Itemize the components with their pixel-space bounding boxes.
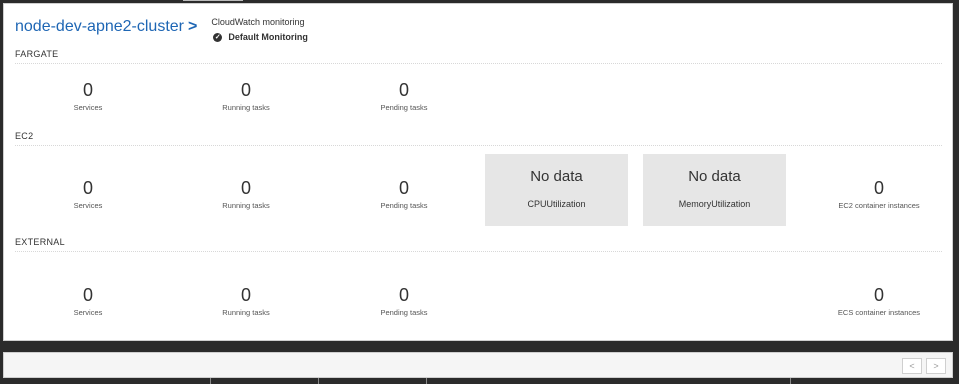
section-divider	[15, 251, 942, 252]
no-data-text: No data	[530, 168, 583, 185]
metric-label: Pending tasks	[380, 308, 428, 317]
ec2-pending-tasks-metric: 0 Pending tasks	[344, 178, 464, 210]
metric-value: 0	[398, 285, 409, 305]
fargate-services-metric: 0 Services	[28, 80, 148, 112]
ec2-services-metric: 0 Services	[28, 178, 148, 210]
section-divider	[15, 145, 942, 146]
cluster-header: node-dev-apne2-cluster > CloudWatch monit…	[15, 16, 308, 44]
metric-value: 0	[873, 178, 884, 198]
metric-value: 0	[82, 178, 93, 198]
check-circle-icon: ✓	[213, 33, 223, 42]
metric-label: ECS container instances	[837, 308, 921, 317]
metric-label: EC2 container instances	[838, 201, 920, 210]
cluster-card: node-dev-apne2-cluster > CloudWatch monit…	[3, 3, 953, 341]
cloudwatch-monitoring: CloudWatch monitoring ✓ Default Monitori…	[211, 16, 308, 44]
fargate-pending-tasks-metric: 0 Pending tasks	[344, 80, 464, 112]
chart-label: MemoryUtilization	[678, 199, 751, 209]
previous-page-button[interactable]: <	[902, 358, 922, 374]
metric-label: Running tasks	[222, 308, 270, 317]
metric-label: Pending tasks	[380, 201, 428, 210]
section-label-ec2: EC2	[15, 131, 34, 141]
cpu-utilization-chart[interactable]: No data CPUUtilization	[485, 154, 628, 226]
metric-label: Pending tasks	[380, 103, 428, 112]
pagination-bar: < >	[3, 352, 953, 378]
cluster-name[interactable]: node-dev-apne2-cluster	[15, 18, 184, 35]
metric-label: Services	[73, 103, 103, 112]
next-page-button[interactable]: >	[926, 358, 946, 374]
external-services-metric: 0 Services	[28, 285, 148, 317]
column-divider	[210, 378, 211, 384]
ecs-container-instances-metric: 0 ECS container instances	[819, 285, 939, 317]
chart-label: CPUUtilization	[527, 199, 586, 209]
chevron-right-icon: >	[188, 18, 198, 35]
metric-label: Running tasks	[222, 201, 270, 210]
section-label-external: EXTERNAL	[15, 237, 65, 247]
metric-value: 0	[398, 80, 409, 100]
column-divider	[318, 378, 319, 384]
cloudwatch-status: ✓ Default Monitoring	[211, 31, 308, 44]
ec2-running-tasks-metric: 0 Running tasks	[186, 178, 306, 210]
metric-label: Services	[73, 308, 103, 317]
cloudwatch-title: CloudWatch monitoring	[211, 17, 305, 27]
section-label-fargate: FARGATE	[15, 49, 59, 59]
cluster-name-link[interactable]: node-dev-apne2-cluster >	[15, 16, 197, 38]
metric-value: 0	[240, 285, 251, 305]
metric-label: Running tasks	[222, 103, 270, 112]
metric-label: Services	[73, 201, 103, 210]
metric-value: 0	[240, 178, 251, 198]
metric-value: 0	[82, 285, 93, 305]
external-running-tasks-metric: 0 Running tasks	[186, 285, 306, 317]
ec2-container-instances-metric: 0 EC2 container instances	[819, 178, 939, 210]
external-pending-tasks-metric: 0 Pending tasks	[344, 285, 464, 317]
cloudwatch-status-text: Default Monitoring	[228, 32, 308, 42]
section-divider	[15, 63, 942, 64]
no-data-text: No data	[688, 168, 741, 185]
column-divider	[790, 378, 791, 384]
metric-value: 0	[873, 285, 884, 305]
metric-value: 0	[398, 178, 409, 198]
column-divider	[426, 378, 427, 384]
fargate-running-tasks-metric: 0 Running tasks	[186, 80, 306, 112]
metric-value: 0	[240, 80, 251, 100]
memory-utilization-chart[interactable]: No data MemoryUtilization	[643, 154, 786, 226]
metric-value: 0	[82, 80, 93, 100]
